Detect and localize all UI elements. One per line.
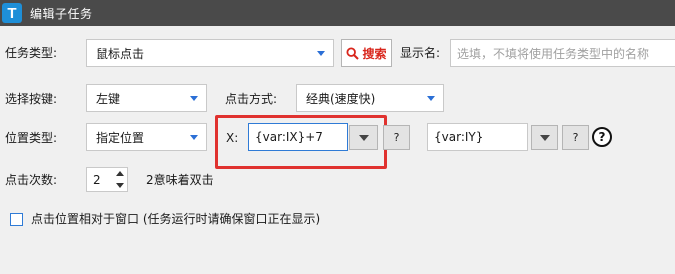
info-help-icon[interactable]: ? [592,127,612,147]
search-button[interactable]: 搜索 [341,39,392,67]
arrow-up-icon[interactable] [115,171,124,176]
task-type-select[interactable]: 鼠标点击 [86,39,334,67]
button-select-value: 左键 [96,91,121,106]
y-input-value: {var:IY} [434,130,484,144]
chevron-down-icon [190,96,198,101]
search-label: 搜索 [362,46,387,61]
display-name-input[interactable]: 选填，不填将使用任务类型中的名称 [450,39,675,67]
y-help-button[interactable]: ? [562,125,589,150]
click-method-label: 点击方式: [225,92,278,106]
info-help-label: ? [598,130,606,144]
button-select[interactable]: 左键 [86,84,207,112]
app-logo-icon: T [2,3,22,23]
arrow-down-icon[interactable] [115,183,124,188]
x-input-value: {var:IX}+7 [255,130,323,144]
relative-window-label[interactable]: 点击位置相对于窗口 (任务运行时请确保窗口正在显示) [31,212,320,226]
title-bar: T 编辑子任务 [0,0,675,26]
click-method-value: 经典(速度快) [306,91,376,106]
chevron-down-icon [427,96,435,101]
click-count-hint: 2意味着双击 [146,173,214,187]
y-help-label: ? [572,131,579,144]
click-count-label: 点击次数: [5,173,58,187]
x-input[interactable]: {var:IX}+7 [248,123,348,151]
x-label: X: [226,131,239,145]
button-select-label: 选择按键: [5,92,58,106]
display-name-placeholder: 选填，不填将使用任务类型中的名称 [457,46,650,61]
position-type-label: 位置类型: [5,131,58,145]
x-dropdown-button[interactable] [349,125,378,150]
caret-down-icon [358,134,369,141]
relative-window-checkbox[interactable] [10,213,23,226]
click-count-stepper[interactable]: 2 [86,167,128,192]
position-type-select[interactable]: 指定位置 [86,123,207,151]
magnifier-icon [346,46,360,60]
display-name-label: 显示名: [400,46,441,60]
x-help-label: ? [393,131,400,144]
chevron-down-icon [190,135,198,140]
x-help-button[interactable]: ? [383,125,410,150]
y-input[interactable]: {var:IY} [427,123,528,151]
click-count-value: 2 [93,172,101,187]
task-type-label: 任务类型: [5,46,58,60]
window-title: 编辑子任务 [30,6,93,21]
y-dropdown-button[interactable] [531,125,558,150]
click-method-select[interactable]: 经典(速度快) [296,84,444,112]
chevron-down-icon [317,51,325,56]
caret-down-icon [539,134,550,141]
position-type-value: 指定位置 [96,130,145,145]
stepper-arrows[interactable] [115,171,124,188]
task-type-value: 鼠标点击 [96,46,145,61]
